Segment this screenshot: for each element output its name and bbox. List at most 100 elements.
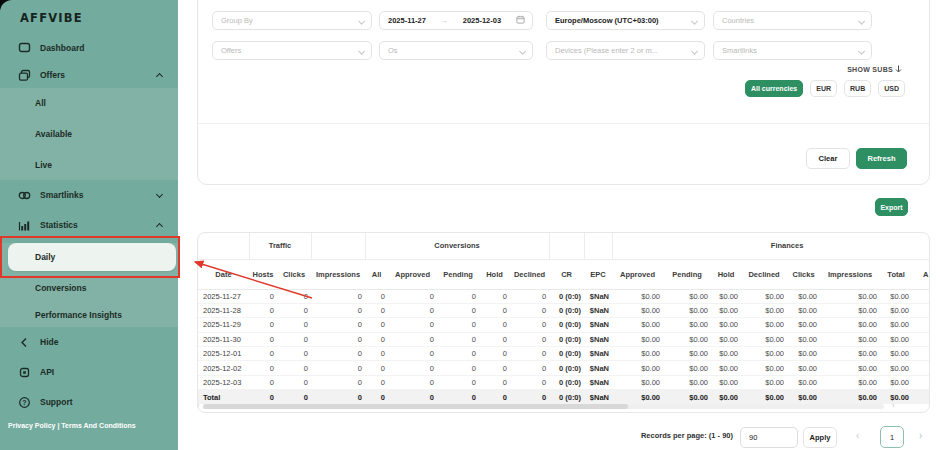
cell: $0.00 [663, 347, 711, 361]
records-per-page-input[interactable]: 90 [740, 427, 798, 448]
currency-chip-usd[interactable]: USD [878, 80, 905, 97]
cell: $0.00 [787, 303, 820, 317]
cell: 0 [249, 375, 277, 389]
show-subs-toggle[interactable]: SHOW SUBS [847, 65, 902, 73]
column-header: Impressions [820, 259, 880, 289]
sidebar-item-offers[interactable]: Offers [0, 62, 178, 88]
cell: 0 [277, 347, 311, 361]
sidebar-item-api[interactable]: API [0, 357, 178, 387]
cell: $0.00 [711, 332, 741, 346]
support-icon: ? [18, 396, 31, 409]
cell: 0 (0:0) [549, 375, 584, 389]
cell: 0 [479, 332, 510, 346]
offers-select[interactable]: Offers [212, 41, 372, 60]
page-1-button[interactable]: 1 [880, 426, 904, 448]
cell [912, 361, 930, 375]
apply-button[interactable]: Apply [803, 427, 837, 448]
cell: $NaN [584, 375, 612, 389]
cell: $0.00 [663, 375, 711, 389]
scrollbar-thumb[interactable] [203, 404, 628, 409]
sidebar-item-all[interactable]: All [0, 88, 178, 119]
currency-chip-eur[interactable]: EUR [810, 80, 837, 97]
cell: $0.00 [787, 347, 820, 361]
cell: 2025-11-27 [198, 289, 249, 303]
cell: 2025-11-30 [198, 332, 249, 346]
statistics-table-panel: TrafficConversionsFinances DateHostsClic… [197, 232, 930, 413]
cell: 0 [249, 318, 277, 332]
terms-link[interactable]: Terms And Conditions [61, 422, 135, 429]
sidebar-item-support[interactable]: ? Support [0, 387, 178, 417]
cell [912, 303, 930, 317]
column-header: Approved [612, 259, 663, 289]
cell: 0 [388, 303, 437, 317]
total-row: Total000000000 (0:0)$NaN$0.00$0.00$0.00$… [198, 390, 930, 404]
os-select[interactable]: Os [379, 41, 533, 60]
cell: 0 [388, 347, 437, 361]
clear-button[interactable]: Clear [806, 148, 850, 169]
currency-chip-rub[interactable]: RUB [844, 80, 871, 97]
horizontal-scrollbar[interactable]: ‹ › [198, 403, 930, 410]
cell: $0.00 [787, 318, 820, 332]
cell: $0.00 [663, 332, 711, 346]
cell: $0.00 [787, 332, 820, 346]
cell: $0.00 [787, 289, 820, 303]
cell: $0.00 [820, 390, 880, 404]
column-header: Hosts [249, 259, 277, 289]
cell: $0.00 [820, 303, 880, 317]
prev-page-icon[interactable]: ‹ [856, 430, 859, 441]
cell: 0 [479, 318, 510, 332]
cell: 0 (0:0) [549, 347, 584, 361]
column-group-empty [549, 233, 584, 259]
cell: $0.00 [612, 318, 663, 332]
cell: $0.00 [612, 375, 663, 389]
chevron-down-icon [519, 48, 525, 54]
chevron-down-icon [858, 18, 864, 24]
cell: $0.00 [612, 289, 663, 303]
sidebar-item-hide[interactable]: Hide [0, 327, 178, 357]
sidebar-item-smartlinks[interactable]: Smartlinks [0, 180, 178, 210]
cell: 0 [479, 347, 510, 361]
cell: $NaN [584, 361, 612, 375]
divider [198, 123, 929, 124]
export-button[interactable]: Export [875, 198, 908, 216]
sidebar-item-statistics[interactable]: Statistics [0, 210, 178, 240]
cell: $0.00 [663, 361, 711, 375]
calendar-icon [516, 15, 525, 26]
timezone-select[interactable]: Europe/Moscow (UTC+03:00) [546, 11, 705, 30]
cell: 0 [437, 332, 479, 346]
offers-icon [18, 69, 31, 82]
sidebar-item-daily[interactable]: Daily [8, 243, 176, 271]
date-range-input[interactable]: 2025-11-27 → 2025-12-03 [379, 11, 533, 30]
column-group-empty [311, 233, 365, 259]
cell: 0 [479, 390, 510, 404]
sidebar-item-available[interactable]: Available [0, 119, 178, 150]
smartlinks-select[interactable]: Smartlinks [713, 41, 872, 60]
chevron-down-icon [691, 18, 697, 24]
cell: 0 [510, 303, 549, 317]
cell: 0 [277, 390, 311, 404]
column-header: Declined [741, 259, 787, 289]
group-by-select[interactable]: Group By [212, 11, 372, 30]
cell: 0 [249, 361, 277, 375]
cell: $0.00 [880, 318, 912, 332]
cell: 0 (0:0) [549, 332, 584, 346]
sidebar-item-live[interactable]: Live [0, 149, 178, 180]
cell: 0 [277, 361, 311, 375]
next-page-icon[interactable]: › [919, 430, 922, 441]
table-row: 2025-12-03000000000 (0:0)$NaN$0.00$0.00$… [198, 375, 930, 389]
sidebar-item-conversions[interactable]: Conversions [0, 274, 178, 302]
privacy-policy-link[interactable]: Privacy Policy [8, 422, 55, 429]
sidebar-item-performance-insights[interactable]: Performance Insights [0, 302, 178, 327]
currency-chip-all[interactable]: All currencies [745, 80, 803, 97]
refresh-button[interactable]: Refresh [856, 148, 907, 169]
cell: $0.00 [711, 303, 741, 317]
cell: $0.00 [820, 347, 880, 361]
app-logo: AFFVIBE [0, 0, 178, 33]
devices-select[interactable]: Devices (Please enter 2 or m... [546, 41, 705, 60]
countries-select[interactable]: Countries [713, 11, 872, 30]
cell: 0 [365, 318, 388, 332]
cell: Total [198, 390, 249, 404]
table-row: 2025-11-28000000000 (0:0)$NaN$0.00$0.00$… [198, 303, 930, 317]
sidebar-item-dashboard[interactable]: Dashboard [0, 33, 178, 62]
cell: $0.00 [612, 332, 663, 346]
